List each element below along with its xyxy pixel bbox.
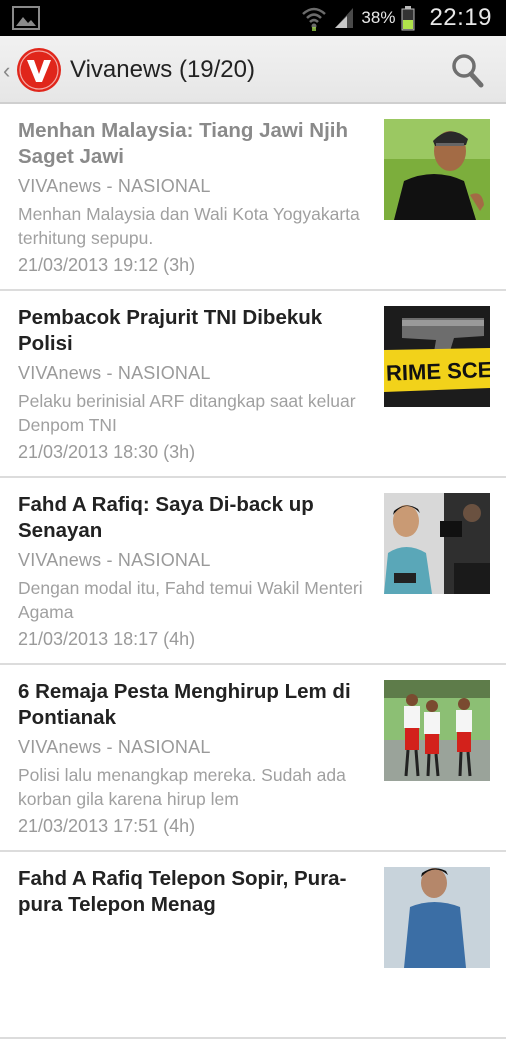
news-source: VIVAnews - NASIONAL — [18, 550, 211, 570]
news-item[interactable]: Menhan Malaysia: Tiang Jawi Njih Saget J… — [0, 104, 506, 291]
news-source: VIVAnews - NASIONAL — [18, 363, 211, 383]
news-title: Fahd A Rafiq Telepon Sopir, Pura-pura Te… — [18, 867, 347, 916]
news-item[interactable]: Pembacok Prajurit TNI Dibekuk Polisi VIV… — [0, 291, 506, 478]
news-source: VIVAnews - NASIONAL — [18, 176, 211, 196]
news-title: Pembacok Prajurit TNI Dibekuk Polisi — [18, 306, 323, 355]
page-title: Vivanews (19/20) — [70, 56, 255, 83]
wifi-icon — [302, 7, 327, 31]
signal-icon — [335, 8, 354, 28]
news-timestamp: 21/03/2013 18:30 (3h) — [18, 442, 196, 462]
news-summary: Pelaku berinisial ARF ditangkap saat kel… — [18, 391, 356, 435]
news-thumbnail — [384, 119, 490, 220]
back-chevron-icon[interactable]: ‹ — [3, 58, 10, 84]
news-summary: Menhan Malaysia dan Wali Kota Yogyakarta… — [18, 204, 360, 248]
search-icon[interactable] — [450, 50, 486, 90]
battery-percent: 38% — [361, 8, 396, 27]
news-title: 6 Remaja Pesta Menghirup Lem di Pontiana… — [18, 680, 351, 729]
clock: 22:19 — [429, 4, 492, 31]
news-timestamp: 21/03/2013 17:51 (4h) — [18, 816, 196, 836]
news-item[interactable]: Fahd A Rafiq: Saya Di-back up Senayan VI… — [0, 478, 506, 665]
crime-scene-text: RIME SCENE — [386, 356, 490, 386]
status-bar: 38% 22:19 — [0, 0, 506, 36]
news-summary: Dengan modal itu, Fahd temui Wakil Mente… — [18, 578, 363, 622]
news-list: Menhan Malaysia: Tiang Jawi Njih Saget J… — [0, 104, 506, 1039]
news-source: VIVAnews - NASIONAL — [18, 737, 211, 757]
status-icons: 38% 22:19 — [301, 0, 492, 36]
gallery-notification-icon — [12, 6, 40, 30]
action-bar: ‹ Vivanews (19/20) — [0, 36, 506, 104]
news-item[interactable]: 6 Remaja Pesta Menghirup Lem di Pontiana… — [0, 665, 506, 852]
news-thumbnail: RIME SCENE — [384, 306, 490, 407]
vivanews-logo[interactable] — [16, 47, 62, 93]
news-title: Menhan Malaysia: Tiang Jawi Njih Saget J… — [18, 119, 348, 168]
news-item[interactable]: Fahd A Rafiq Telepon Sopir, Pura-pura Te… — [0, 852, 506, 1039]
news-timestamp: 21/03/2013 18:17 (4h) — [18, 629, 196, 649]
battery-icon — [401, 6, 415, 31]
news-timestamp: 21/03/2013 19:12 (3h) — [18, 255, 196, 275]
news-thumbnail — [384, 493, 490, 594]
news-thumbnail — [384, 680, 490, 781]
news-thumbnail — [384, 867, 490, 968]
news-title: Fahd A Rafiq: Saya Di-back up Senayan — [18, 493, 314, 542]
news-summary: Polisi lalu menangkap mereka. Sudah ada … — [18, 765, 346, 809]
